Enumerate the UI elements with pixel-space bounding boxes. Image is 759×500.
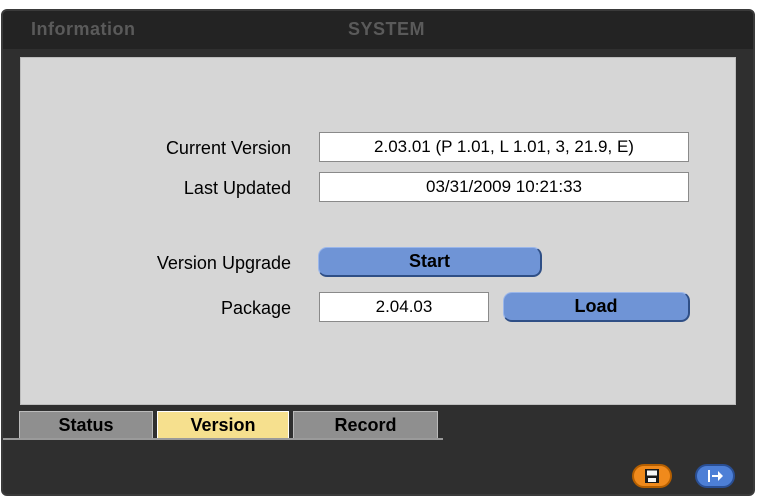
start-upgrade-button[interactable]: Start [318,247,542,277]
title-bar: Information SYSTEM [3,11,753,49]
tab-divider [3,438,443,440]
package-label: Package [220,298,291,318]
section-title: Information [31,19,136,39]
page-title: SYSTEM [348,19,426,39]
version-panel: Current Version 2.03.01 (P 1.01, L 1.01,… [20,57,736,405]
package-field: 2.04.03 [319,292,489,322]
current-version-label: Current Version [165,138,291,158]
save-button[interactable] [632,464,672,488]
exit-button[interactable] [695,464,735,488]
last-updated-field: 03/31/2009 10:21:33 [319,172,689,202]
current-version-field: 2.03.01 (P 1.01, L 1.01, 3, 21.9, E) [319,132,689,162]
tab-status[interactable]: Status [19,411,153,439]
system-information-window: Information SYSTEM Current Version 2.03.… [1,9,755,496]
load-package-button[interactable]: Load [503,292,690,322]
version-upgrade-label: Version Upgrade [156,253,291,273]
exit-arrow-icon [708,470,723,482]
last-updated-label: Last Updated [183,178,291,198]
floppy-disk-icon [645,469,659,483]
tab-version[interactable]: Version [157,411,289,439]
tab-record[interactable]: Record [293,411,438,439]
screen: Information SYSTEM Current Version 2.03.… [0,0,759,500]
